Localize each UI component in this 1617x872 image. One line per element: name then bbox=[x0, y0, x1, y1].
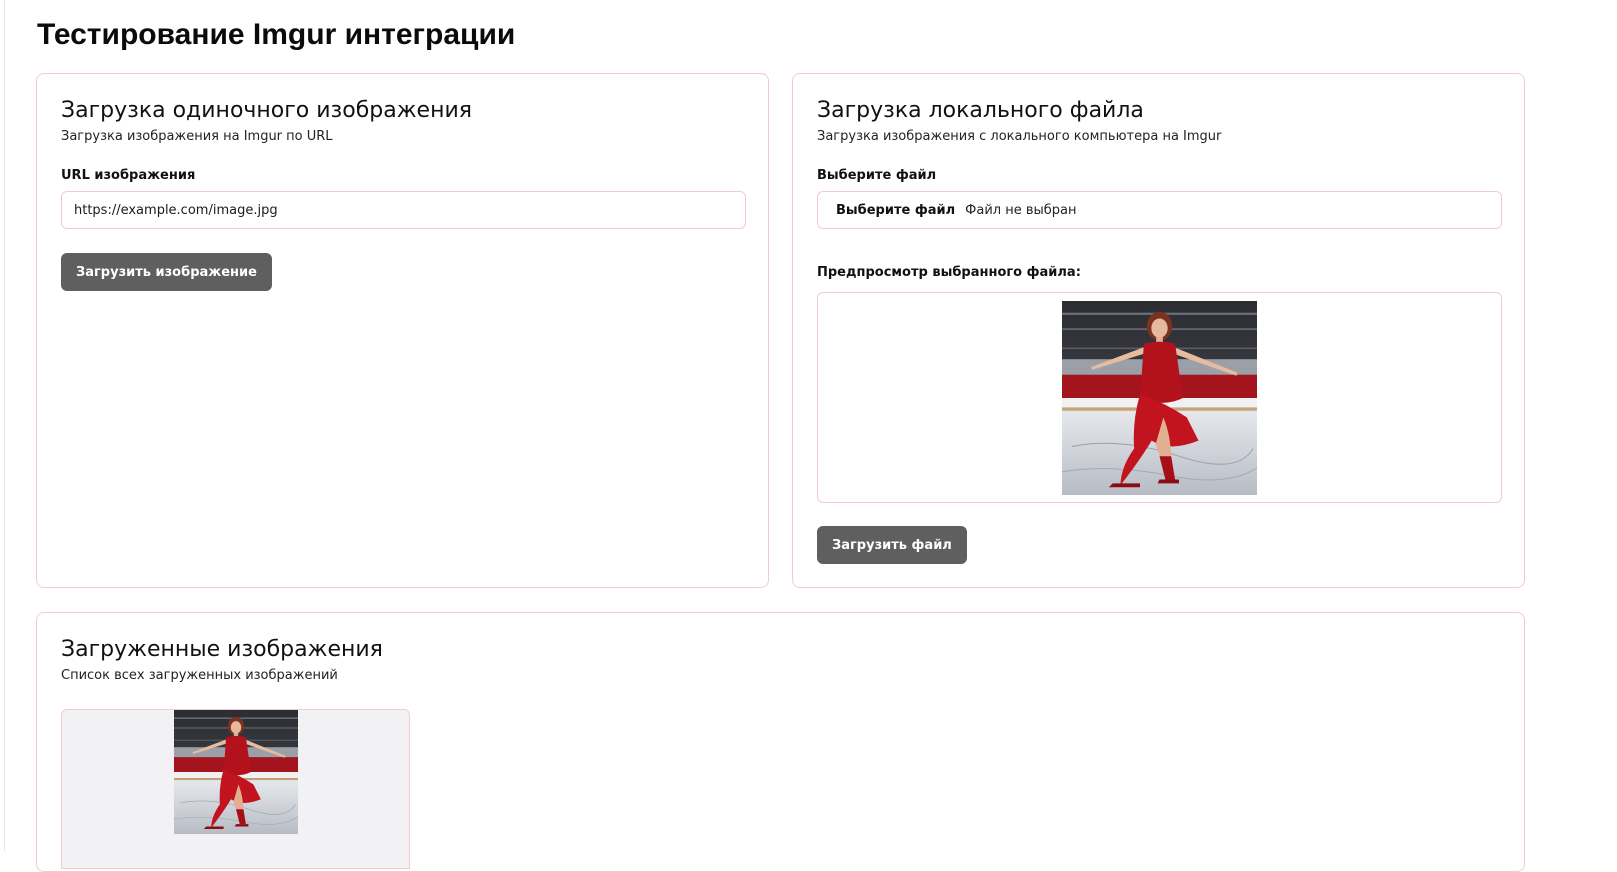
image-url-input[interactable] bbox=[61, 191, 746, 229]
file-field-label: Выберите файл bbox=[817, 168, 937, 183]
choose-file-button[interactable]: Выберите файл bbox=[836, 203, 955, 218]
file-input[interactable]: Выберите файл Файл не выбран bbox=[817, 191, 1502, 229]
file-preview-box bbox=[817, 292, 1502, 503]
url-field-label: URL изображения bbox=[61, 168, 196, 183]
left-divider bbox=[4, 0, 5, 851]
file-upload-card: Загрузка локального файла Загрузка изобр… bbox=[792, 73, 1525, 588]
gallery-title: Загруженные изображения bbox=[61, 637, 383, 662]
preview-image bbox=[1062, 301, 1257, 495]
file-status-text: Файл не выбран bbox=[965, 202, 1077, 218]
url-upload-title: Загрузка одиночного изображения bbox=[61, 98, 472, 123]
file-upload-title: Загрузка локального файла bbox=[817, 98, 1144, 123]
page-title: Тестирование Imgur интеграции bbox=[37, 18, 516, 51]
gallery-subtitle: Список всех загруженных изображений bbox=[61, 668, 338, 683]
url-upload-subtitle: Загрузка изображения на Imgur по URL bbox=[61, 129, 333, 144]
upload-image-button[interactable]: Загрузить изображение bbox=[61, 253, 272, 291]
preview-label: Предпросмотр выбранного файла: bbox=[817, 265, 1081, 280]
gallery-image-tile[interactable] bbox=[61, 709, 410, 869]
upload-file-button[interactable]: Загрузить файл bbox=[817, 526, 967, 564]
url-upload-card: Загрузка одиночного изображения Загрузка… bbox=[36, 73, 769, 588]
gallery-card: Загруженные изображения Список всех загр… bbox=[36, 612, 1525, 872]
file-upload-subtitle: Загрузка изображения с локального компью… bbox=[817, 129, 1222, 144]
gallery-image bbox=[174, 710, 298, 834]
